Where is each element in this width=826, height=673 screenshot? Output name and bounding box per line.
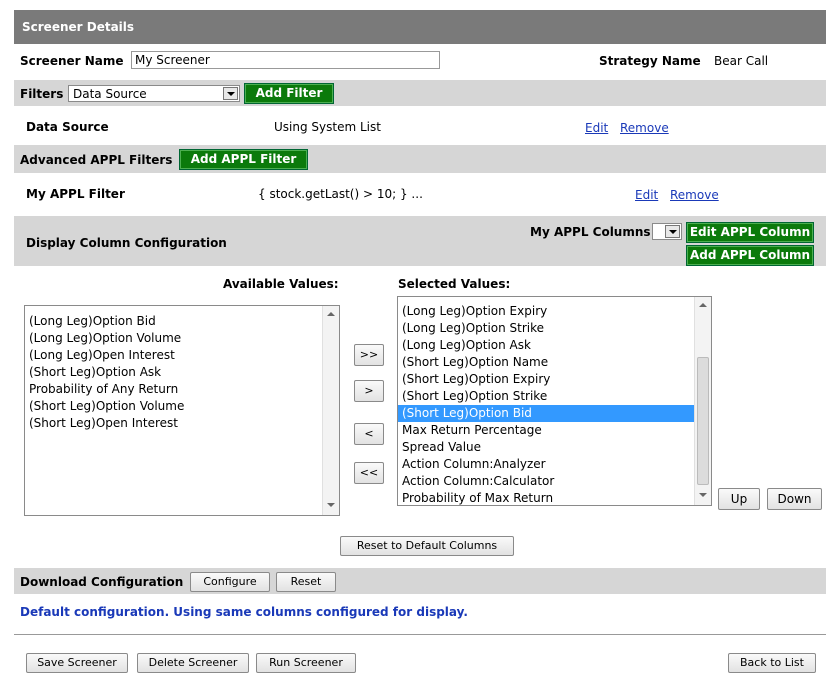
header-bar: Screener Details	[14, 10, 826, 44]
available-values-list[interactable]: (Long Leg)Option Bid (Long Leg)Option Vol…	[24, 305, 340, 516]
footer-divider	[14, 634, 826, 635]
list-item[interactable]: (Long Leg)Option Expiry	[398, 303, 711, 320]
display-config-label: Display Column Configuration	[26, 236, 227, 250]
list-item[interactable]: Probability of Max Return	[398, 490, 711, 505]
selected-list-scrollbar[interactable]	[694, 297, 711, 505]
available-values-header: Available Values:	[223, 277, 339, 291]
move-down-button[interactable]: Down	[767, 488, 822, 510]
list-item[interactable]: (Short Leg)Option Bid	[398, 405, 711, 422]
list-item[interactable]: Action Column:Calculator	[398, 473, 711, 490]
reset-default-columns-button[interactable]: Reset to Default Columns	[340, 536, 514, 556]
scroll-up-icon[interactable]	[323, 308, 339, 322]
data-source-remove-link[interactable]: Remove	[620, 121, 669, 135]
list-item[interactable]: Action Column:Analyzer	[398, 456, 711, 473]
remove-all-button[interactable]: <<	[354, 462, 384, 484]
list-item[interactable]: (Long Leg)Option Bid	[25, 313, 339, 330]
advanced-filters-label: Advanced APPL Filters	[20, 153, 173, 167]
edit-appl-column-button[interactable]: Edit APPL Column	[686, 222, 814, 243]
data-source-edit-link[interactable]: Edit	[585, 121, 608, 135]
filters-label: Filters	[20, 87, 64, 101]
list-item[interactable]: (Long Leg)Option Ask	[398, 337, 711, 354]
scroll-down-icon[interactable]	[695, 489, 711, 503]
move-up-button[interactable]: Up	[718, 488, 760, 510]
download-config-note: Default configuration. Using same column…	[20, 605, 468, 619]
strategy-name-label: Strategy Name	[599, 54, 701, 68]
data-source-value: Using System List	[274, 120, 381, 134]
appl-filter-remove-link[interactable]: Remove	[670, 188, 719, 202]
add-appl-filter-button[interactable]: Add APPL Filter	[179, 149, 308, 170]
delete-screener-button[interactable]: Delete Screener	[137, 653, 249, 673]
scroll-up-icon[interactable]	[695, 299, 711, 313]
appl-filter-edit-link[interactable]: Edit	[635, 188, 658, 202]
add-button[interactable]: >	[354, 380, 384, 402]
available-list-scrollbar[interactable]	[322, 306, 339, 515]
selected-values-header: Selected Values:	[398, 277, 511, 291]
scroll-down-icon[interactable]	[323, 499, 339, 513]
list-item[interactable]: (Short Leg)Open Interest	[25, 415, 339, 432]
list-item[interactable]: (Long Leg)Open Interest	[25, 347, 339, 364]
list-item[interactable]: (Short Leg)Option Name	[398, 354, 711, 371]
add-appl-column-button[interactable]: Add APPL Column	[686, 245, 814, 266]
list-item[interactable]: (Long Leg)Option Strike	[398, 320, 711, 337]
filter-type-value: Data Source	[73, 87, 147, 101]
appl-columns-select[interactable]	[652, 223, 682, 240]
screener-name-input[interactable]: My Screener	[131, 51, 440, 69]
appl-columns-label: My APPL Columns	[530, 225, 651, 239]
list-item[interactable]: (Short Leg)Option Ask	[25, 364, 339, 381]
list-item[interactable]: Max Return Percentage	[398, 422, 711, 439]
chevron-down-icon[interactable]	[223, 87, 238, 100]
save-screener-button[interactable]: Save Screener	[26, 653, 128, 673]
list-item[interactable]: (Long Leg)Option Volume	[25, 330, 339, 347]
selected-values-list[interactable]: (Long Leg)Option Expiry (Long Leg)Option …	[397, 296, 712, 506]
screener-name-value: My Screener	[135, 53, 210, 67]
remove-button[interactable]: <	[354, 423, 384, 445]
run-screener-button[interactable]: Run Screener	[256, 653, 356, 673]
appl-filter-value: { stock.getLast() > 10; } ...	[258, 187, 423, 201]
filter-type-select[interactable]: Data Source	[68, 85, 240, 102]
data-source-name: Data Source	[26, 120, 109, 134]
page-title: Screener Details	[22, 20, 135, 34]
add-all-button[interactable]: >>	[354, 344, 384, 366]
configure-button[interactable]: Configure	[190, 572, 270, 592]
list-item[interactable]: Spread Value	[398, 439, 711, 456]
add-filter-button[interactable]: Add Filter	[244, 83, 334, 104]
list-item[interactable]: (Short Leg)Option Strike	[398, 388, 711, 405]
screener-name-label: Screener Name	[20, 54, 124, 68]
chevron-down-icon[interactable]	[665, 225, 680, 238]
appl-filter-name: My APPL Filter	[26, 187, 125, 201]
scrollbar-thumb[interactable]	[697, 357, 709, 485]
strategy-name-value: Bear Call	[714, 54, 769, 68]
list-item[interactable]: (Short Leg)Option Expiry	[398, 371, 711, 388]
download-reset-button[interactable]: Reset	[276, 572, 336, 592]
list-item[interactable]: (Short Leg)Option Volume	[25, 398, 339, 415]
download-config-label: Download Configuration	[20, 575, 184, 589]
back-to-list-button[interactable]: Back to List	[728, 653, 816, 673]
list-item[interactable]: Probability of Any Return	[25, 381, 339, 398]
